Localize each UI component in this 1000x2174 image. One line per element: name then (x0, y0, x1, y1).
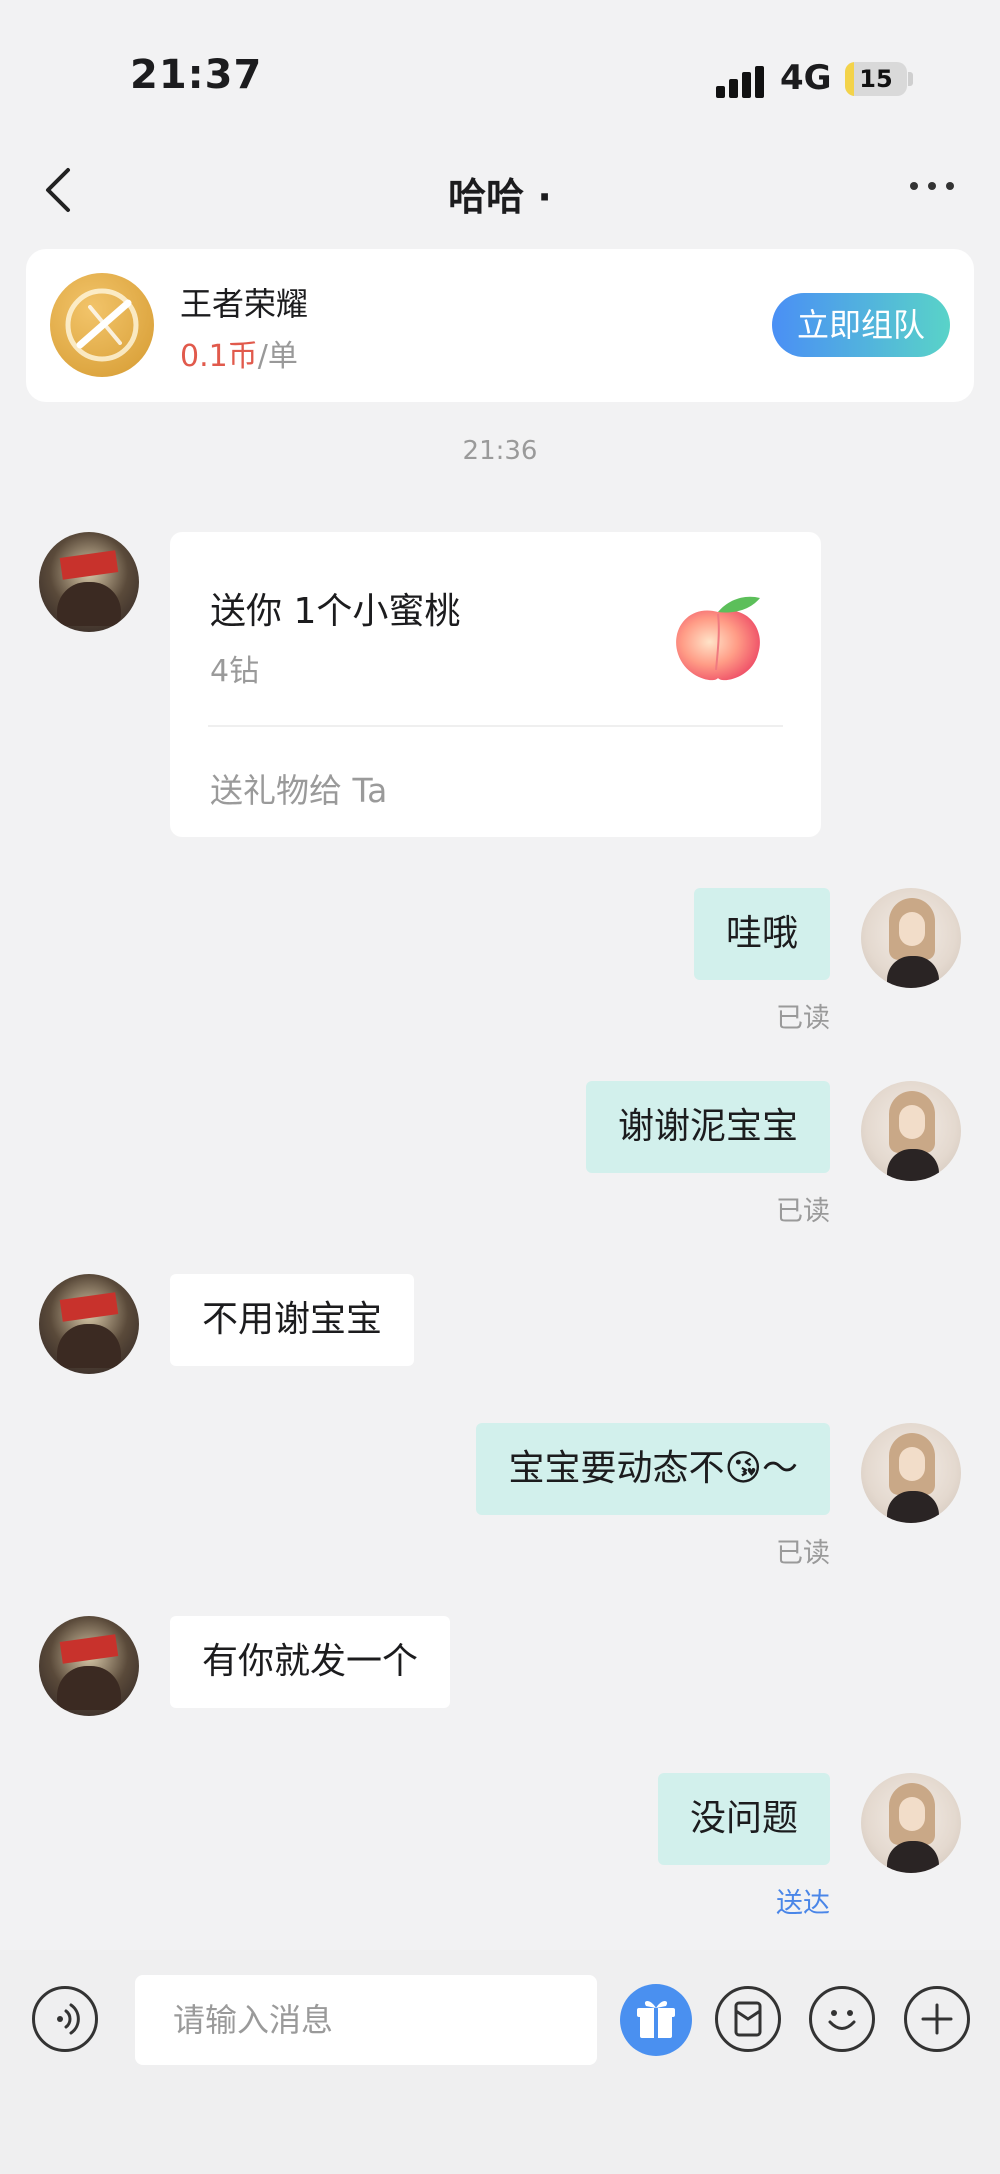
avatar-me[interactable] (861, 1423, 961, 1523)
message-bubble[interactable]: 谢谢泥宝宝 (585, 1081, 830, 1173)
input-placeholder: 请输入消息 (173, 2001, 334, 2039)
avatar-other[interactable] (39, 1274, 139, 1374)
message-bubble[interactable]: 没问题 (657, 1773, 830, 1865)
avatar-other[interactable] (39, 1616, 139, 1716)
game-name: 王者荣耀 (180, 285, 309, 323)
message-bubble[interactable]: 哇哦 (693, 888, 830, 980)
gift-divider (208, 725, 783, 727)
message-input[interactable]: 请输入消息 (135, 1975, 597, 2065)
game-card[interactable]: 王者荣耀 0.1币/单 立即组队 (26, 249, 974, 402)
battery-tip (908, 72, 913, 86)
battery-level: 15 (859, 65, 893, 93)
message-timestamp: 21:36 (462, 436, 538, 466)
read-status: 已读 (776, 1538, 830, 1569)
game-price: 0.1币/单 (180, 331, 298, 375)
message-bubble[interactable]: 宝宝要动态不😘～ (476, 1423, 830, 1515)
send-gift-link[interactable]: 送礼物给 Ta (210, 764, 387, 812)
read-status: 已读 (776, 1196, 830, 1227)
signal-icon (716, 66, 766, 98)
back-icon[interactable] (40, 160, 80, 220)
message-bubble[interactable]: 有你就发一个 (170, 1616, 451, 1708)
battery-icon: 15 (845, 62, 907, 96)
peach-icon (668, 590, 768, 686)
avatar-me[interactable] (861, 1081, 961, 1181)
emoji-icon[interactable] (809, 1986, 875, 2052)
gift-title: 送你 1个小蜜桃 (210, 591, 461, 632)
gift-cost: 4钻 (210, 654, 260, 689)
more-icon[interactable] (904, 166, 964, 206)
status-time: 21:37 (130, 52, 263, 98)
avatar-me[interactable] (861, 888, 961, 988)
network-type: 4G (780, 58, 832, 98)
message-bubble[interactable]: 不用谢宝宝 (170, 1274, 415, 1366)
plus-icon[interactable] (904, 1986, 970, 2052)
red-packet-icon[interactable] (715, 1986, 781, 2052)
game-logo-icon (50, 273, 154, 377)
avatar-other[interactable] (39, 532, 139, 632)
avatar-me[interactable] (861, 1773, 961, 1873)
delivered-status: 送达 (776, 1888, 830, 1919)
voice-icon[interactable] (32, 1986, 98, 2052)
chat-title: 哈哈 · (448, 175, 552, 219)
read-status: 已读 (776, 1003, 830, 1034)
price-value: 0.1币 (180, 339, 258, 374)
gift-card[interactable]: 送你 1个小蜜桃 4钻 送礼物给 Ta (170, 532, 821, 837)
price-unit: /单 (257, 339, 298, 374)
gift-icon[interactable] (620, 1984, 692, 2056)
team-up-button[interactable]: 立即组队 (772, 293, 950, 357)
